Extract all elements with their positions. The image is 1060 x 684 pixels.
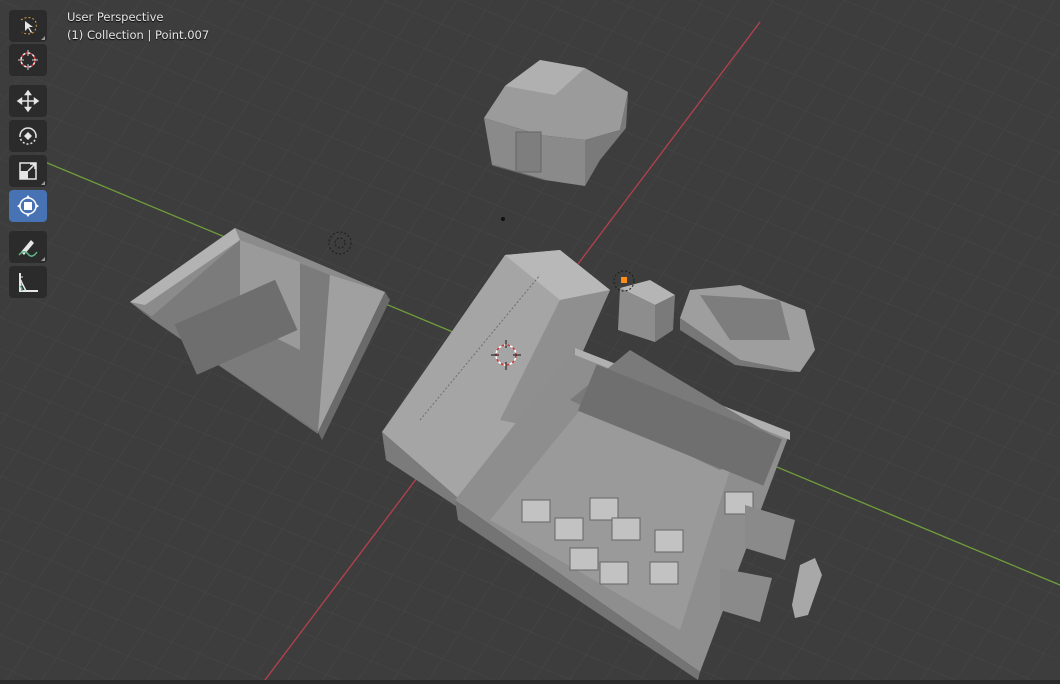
measure-icon [19,273,38,292]
transform-tool[interactable] [9,190,47,222]
transform-icon [17,195,39,217]
origin-dot [501,217,505,221]
move-icon [16,89,40,113]
annotate-icon [18,240,38,257]
scale-icon [19,162,37,180]
active-object-label: (1) Collection | Point.007 [67,28,210,42]
annotate-tool[interactable] [9,231,47,263]
viewport-scene[interactable] [0,0,1060,684]
3d-viewport[interactable]: User Perspective (1) Collection | Point.… [0,0,1060,684]
cursor-icon [18,50,38,70]
rotate-icon [19,127,37,145]
select-box-icon [20,17,37,35]
rotate-tool[interactable] [9,120,47,152]
viewport-bottom-edge [0,680,1060,684]
view-perspective-label: User Perspective [67,10,164,24]
cursor-tool[interactable] [9,44,47,76]
move-tool[interactable] [9,85,47,117]
scale-tool[interactable] [9,155,47,187]
select-box-tool[interactable] [9,10,47,42]
measure-tool[interactable] [9,266,47,298]
